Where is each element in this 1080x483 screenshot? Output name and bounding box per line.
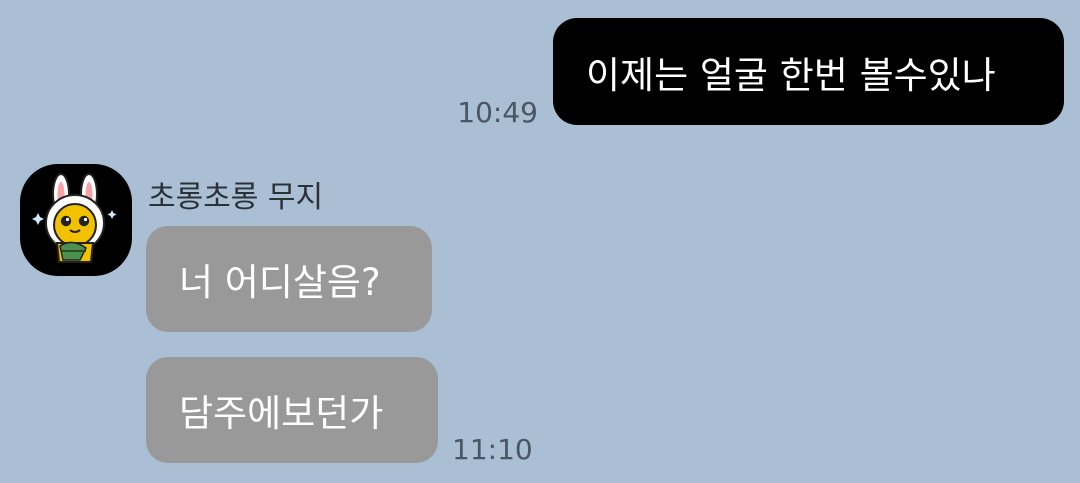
- outgoing-message-text: 이제는 얼굴 한번 볼수있나: [586, 53, 996, 97]
- muzi-avatar-icon[interactable]: [20, 164, 132, 276]
- incoming-message-bubble[interactable]: 담주에보던가: [146, 357, 438, 463]
- outgoing-message-time: 10:49: [457, 96, 538, 129]
- incoming-message-time: 11:10: [452, 433, 533, 466]
- chat-view: 이제는 얼굴 한번 볼수있나 10:49 초롱초롱 무지 너 어디살음? 담주에…: [0, 0, 1080, 483]
- incoming-message-bubble[interactable]: 너 어디살음?: [146, 226, 432, 332]
- sender-name: 초롱초롱 무지: [148, 180, 324, 215]
- incoming-message-text: 너 어디살음?: [179, 261, 381, 304]
- incoming-message-text: 담주에보던가: [179, 392, 384, 435]
- outgoing-message-bubble[interactable]: 이제는 얼굴 한번 볼수있나: [553, 18, 1064, 125]
